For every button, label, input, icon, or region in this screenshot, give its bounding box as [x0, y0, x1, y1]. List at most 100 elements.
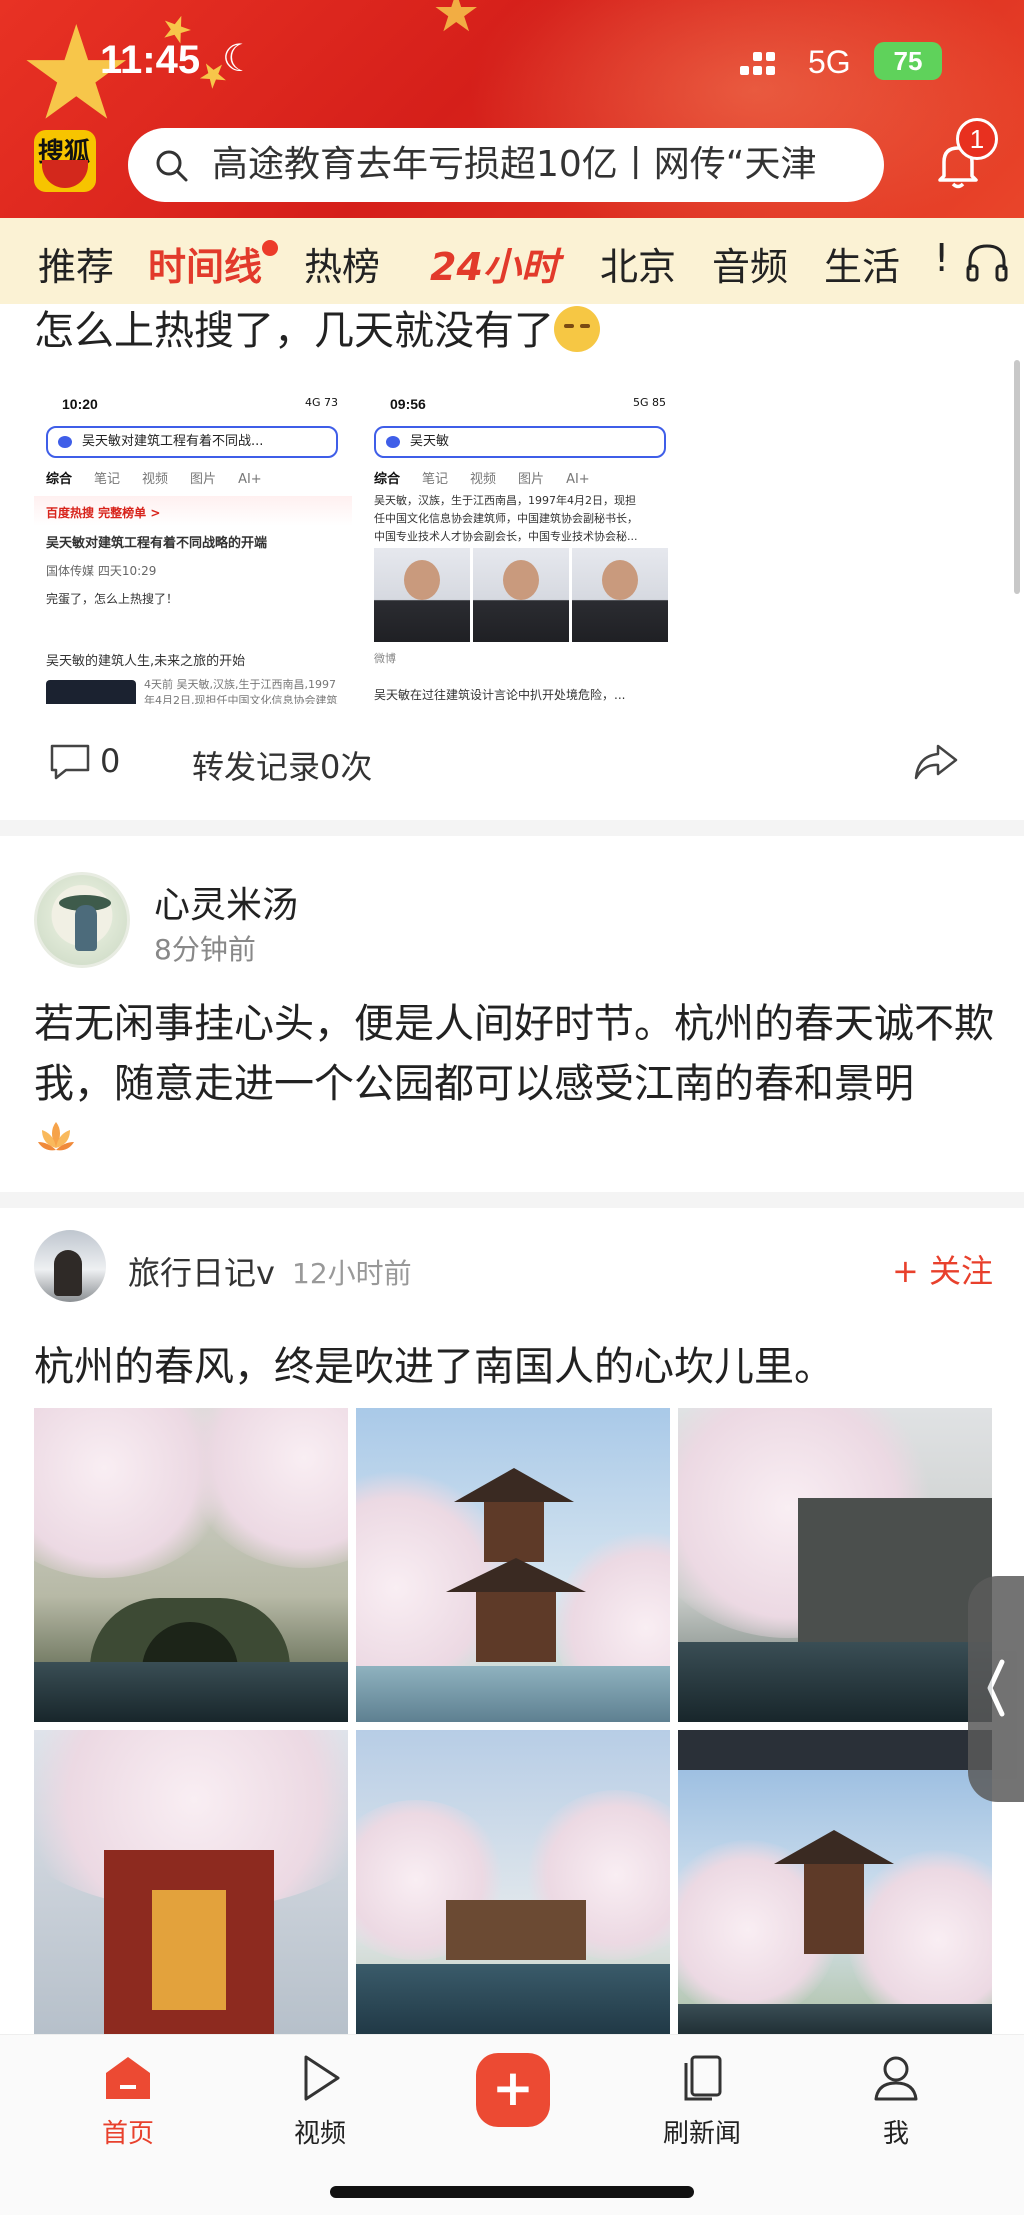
publish-button[interactable]: +	[476, 2053, 550, 2127]
shot-tab: 视频	[142, 472, 169, 487]
tab-timeline-label: 时间线	[148, 245, 263, 289]
shot-line: 百度热搜 完整榜单 >	[46, 506, 161, 520]
shot-tab: 图片	[190, 472, 217, 487]
shot-line: 吴天敏，汉族，生于江西南昌，1997年4月2日，现担	[374, 494, 636, 507]
nav-me[interactable]: 我	[836, 2053, 956, 2150]
pages-icon	[684, 2055, 722, 2101]
nav-label: 首页	[101, 2119, 154, 2149]
photo-pavilion[interactable]	[356, 1408, 670, 1722]
nav-label: 我	[882, 2119, 909, 2149]
comment-count[interactable]: 0	[100, 742, 120, 780]
channel-tabs: 推荐 时间线 热榜 24小时 北京 音频 生活 !	[0, 218, 1024, 304]
screenshot-image[interactable]: 09:56 5G 85 吴天敏 综合 笔记 视频 图片 AI+ 吴天敏，汉族，生于江西南…	[362, 386, 680, 704]
shot-tabs: 综合 笔记 视频 图片 AI+	[46, 468, 346, 487]
post-time: 12小时前	[292, 1257, 412, 1290]
shot-time: 09:56	[390, 396, 426, 412]
notification-badge: 1	[956, 118, 998, 160]
screenshot-image[interactable]: 10:20 4G 73 吴天敏对建筑工程有着不同战... 综合 笔记 视频 图片 AI+…	[34, 386, 352, 704]
tab-recommend[interactable]: 推荐	[38, 236, 114, 291]
nav-label: 视频	[293, 2119, 346, 2149]
tab-life[interactable]: 生活	[824, 236, 900, 291]
shot-line: 4天前 吴天敏,汉族,生于江西南昌,1997年4月2日,现担任中国文化信息协会建…	[144, 678, 338, 704]
follow-button[interactable]: + 关注	[892, 1246, 993, 1292]
post-time: 8分钟前	[154, 933, 256, 966]
shot-status: 4G 73	[304, 396, 338, 409]
lotus-icon	[38, 1122, 74, 1151]
tab-audio[interactable]: 音频	[712, 236, 788, 291]
shot-line: 完蛋了，怎么上热搜了！	[46, 592, 179, 606]
forward-record[interactable]: 转发记录0次	[192, 742, 372, 788]
app-screen: ★ ★ ★ ★ 11:45 ☾ 5G 75 搜狐 高途教育去年亏损超10亿丨网传…	[0, 0, 1024, 2215]
photo-bridge[interactable]	[34, 1408, 348, 1722]
shot-tab: 图片	[518, 472, 545, 487]
post-actions: 0 转发记录0次	[0, 728, 1024, 798]
headphone-icon[interactable]	[964, 240, 1010, 284]
side-panel-handle[interactable]	[968, 1576, 1024, 1802]
post-text[interactable]: 杭州的春风，终是吹进了南国人的心坎儿里。	[34, 1334, 834, 1392]
shot-time: 10:20	[62, 396, 98, 412]
status-bar: 11:45 ☾ 5G 75	[0, 30, 1024, 90]
network-label: 5G	[808, 44, 851, 80]
avatar[interactable]	[34, 872, 130, 968]
shot-tab: AI+	[566, 472, 590, 487]
shot-tab: 笔记	[422, 472, 449, 487]
person-icon	[874, 2056, 918, 2101]
search-hot-text: 高途教育去年亏损超10亿丨网传“天津	[212, 144, 817, 185]
shot-tab: 视频	[470, 472, 497, 487]
photo-gate[interactable]	[34, 1730, 348, 2044]
photo-pier[interactable]	[356, 1730, 670, 2044]
nav-label: 刷新闻	[662, 2119, 741, 2149]
shot-line: 微博	[374, 652, 396, 665]
tab-more[interactable]: !	[934, 236, 949, 280]
avatar-figure	[75, 905, 97, 951]
author-name[interactable]: 旅行日记v	[128, 1248, 275, 1294]
divider	[0, 820, 1024, 836]
chevron-left-icon	[987, 1659, 1005, 1717]
post-text-content: 怎么上热搜了，几天就没有了	[34, 308, 554, 354]
relieved-emoji-icon	[554, 306, 600, 352]
post-text[interactable]: 若无闲事挂心头，便是人间好时节。杭州的春天诚不欺我，随意走进一个公园都可以感受江…	[34, 994, 994, 1114]
shot-line: 吴天敏在过往建筑设计言论中扒开处境危险，...	[374, 688, 626, 702]
moon-icon: ☾	[222, 36, 257, 80]
shot-line: 吴天敏的建筑人生,未来之旅的开始	[46, 654, 246, 669]
nav-news[interactable]: 刷新闻	[642, 2053, 762, 2150]
battery-icon: 75	[874, 42, 942, 80]
shot-thumbnail	[46, 680, 136, 704]
unread-dot	[262, 240, 279, 256]
header: ★ ★ ★ ★ 11:45 ☾ 5G 75 搜狐 高途教育去年亏损超10亿丨网传…	[0, 0, 1024, 218]
divider	[0, 1192, 1024, 1208]
shot-search: 吴天敏	[374, 426, 666, 458]
post-text[interactable]: 怎么上热搜了，几天就没有了	[34, 298, 600, 356]
nav-video[interactable]: 视频	[260, 2053, 380, 2150]
clock: 11:45	[100, 38, 201, 82]
shot-tab: 笔记	[94, 472, 121, 487]
comment-icon[interactable]	[48, 742, 92, 782]
shot-line: 中国专业技术人才协会副会长，中国专业技术协会秘...	[374, 530, 638, 543]
tab-beijing[interactable]: 北京	[600, 236, 676, 291]
fox-tail-icon	[42, 160, 88, 188]
search-bar[interactable]: 高途教育去年亏损超10亿丨网传“天津	[128, 128, 884, 202]
scrollbar[interactable]	[1014, 360, 1020, 594]
author-name[interactable]: 心灵米汤	[154, 876, 298, 928]
home-indicator[interactable]	[330, 2186, 694, 2198]
shot-tab: 综合	[46, 472, 73, 487]
play-icon	[304, 2055, 340, 2101]
shot-photos	[374, 548, 668, 642]
sohu-logo[interactable]: 搜狐	[34, 130, 96, 192]
home-icon	[106, 2057, 150, 2099]
share-icon[interactable]	[912, 740, 960, 784]
photo-pagoda[interactable]	[678, 1730, 992, 2044]
shot-search: 吴天敏对建筑工程有着不同战...	[46, 426, 338, 458]
tab-24h[interactable]: 24小时	[430, 236, 559, 291]
photo-lakeside[interactable]	[678, 1408, 992, 1722]
shot-tab: AI+	[238, 472, 262, 487]
shot-line: 任中国文化信息协会建筑师，中国建筑协会副秘书长，	[374, 512, 638, 525]
shot-tab: 综合	[374, 472, 401, 487]
tab-hot[interactable]: 热榜	[304, 236, 380, 291]
signal-icon	[740, 52, 778, 78]
nav-home[interactable]: 首页	[68, 2053, 188, 2150]
shot-line: 吴天敏对建筑工程有着不同战略的开端	[46, 536, 268, 551]
shot-status: 5G 85	[632, 396, 666, 409]
avatar[interactable]	[34, 1230, 106, 1302]
tab-timeline[interactable]: 时间线	[148, 236, 279, 291]
